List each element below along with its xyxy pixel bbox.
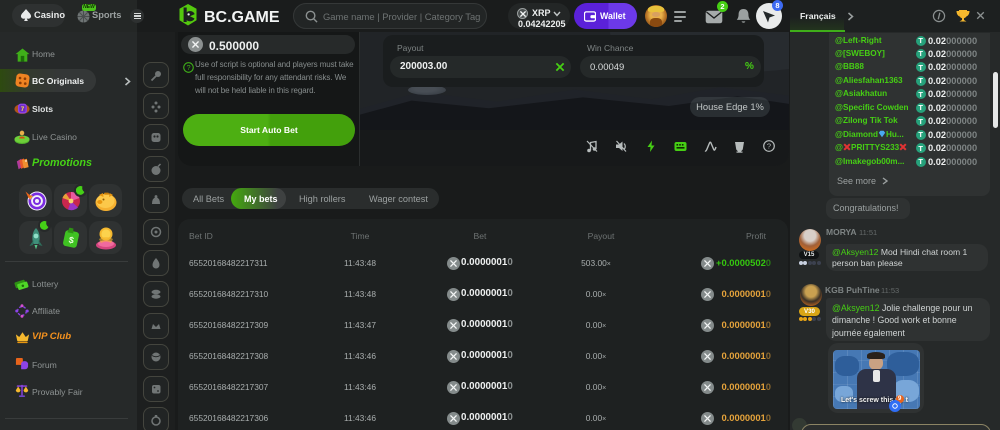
svg-text:7: 7 [21,106,25,113]
svg-text:?: ? [186,63,190,72]
svg-text:?: ? [767,142,771,151]
